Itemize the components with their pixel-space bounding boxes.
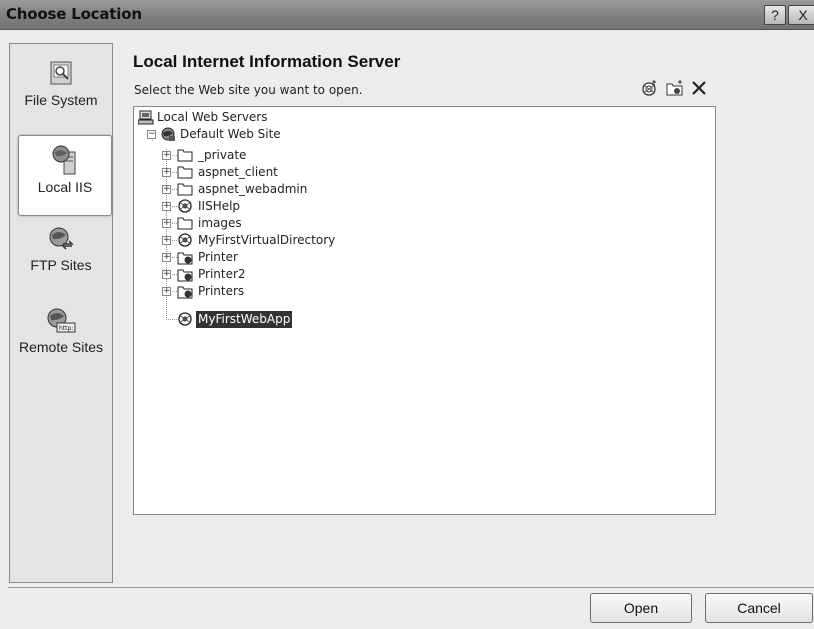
location-sidebar: File System Local IIS FTP Sites http: Re… xyxy=(9,43,113,583)
expand-toggle[interactable]: + xyxy=(162,219,171,228)
tree-node-label: IISHelp xyxy=(198,199,241,213)
tree-node-label: Printer2 xyxy=(198,267,246,281)
instruction-text: Select the Web site you want to open. xyxy=(134,83,363,97)
tree-node-label: MyFirstWebApp xyxy=(196,311,293,328)
sidebar-item-label: Remote Sites xyxy=(18,339,104,355)
sidebar-item-remote-sites[interactable]: http: Remote Sites xyxy=(10,306,112,356)
open-button[interactable]: Open xyxy=(590,593,692,623)
sidebar-item-label: File System xyxy=(24,92,98,108)
tree-node-label: aspnet_webadmin xyxy=(198,182,308,196)
virtual-directory-icon xyxy=(177,252,193,265)
expand-toggle[interactable]: + xyxy=(162,236,171,245)
sidebar-item-ftp-sites[interactable]: FTP Sites xyxy=(10,224,112,274)
sidebar-item-label: Local IIS xyxy=(37,179,93,195)
expand-toggle[interactable]: + xyxy=(162,270,171,279)
sidebar-item-local-iis[interactable]: Local IIS xyxy=(18,135,112,216)
virtual-directory-icon xyxy=(177,286,193,299)
virtual-directory-icon xyxy=(177,269,193,282)
expand-toggle[interactable]: + xyxy=(162,287,171,296)
web-application-icon xyxy=(178,233,192,247)
close-button[interactable]: X xyxy=(788,5,814,25)
delete-icon[interactable] xyxy=(690,79,708,102)
tree-node-label: MyFirstVirtualDirectory xyxy=(198,233,336,247)
expand-toggle[interactable]: + xyxy=(162,202,171,211)
expand-toggle[interactable]: + xyxy=(162,168,171,177)
expand-toggle[interactable]: + xyxy=(162,185,171,194)
sidebar-item-label: FTP Sites xyxy=(30,257,92,273)
folder-icon xyxy=(177,149,193,162)
tree-node-label: aspnet_client xyxy=(198,165,278,179)
site-tree[interactable]: Local Web Servers − Default Web Site + _… xyxy=(133,106,716,515)
title-bar[interactable]: Choose Location ? X xyxy=(0,0,814,30)
expand-toggle[interactable]: + xyxy=(162,253,171,262)
folder-icon xyxy=(177,183,193,196)
tree-node-label: Printer xyxy=(198,250,238,264)
panel-heading: Local Internet Information Server xyxy=(133,52,401,71)
file-system-icon xyxy=(50,61,72,85)
remote-sites-icon: http: xyxy=(47,308,76,333)
create-virtual-directory-icon[interactable] xyxy=(665,79,685,102)
web-application-icon xyxy=(178,312,192,326)
web-application-icon xyxy=(178,199,192,213)
tree-node-label: _private xyxy=(198,148,247,162)
web-site-icon xyxy=(161,127,175,141)
tree-node-label: Printers xyxy=(198,284,245,298)
tree-node-label: Local Web Servers xyxy=(157,110,268,124)
collapse-toggle[interactable]: − xyxy=(147,130,156,139)
create-web-application-icon[interactable] xyxy=(640,79,660,102)
window-title: Choose Location xyxy=(6,5,142,23)
tree-node-label: Default Web Site xyxy=(180,127,281,141)
cancel-button[interactable]: Cancel xyxy=(705,593,813,623)
ftp-sites-icon xyxy=(49,227,74,250)
svg-text:http:: http: xyxy=(59,325,73,332)
expand-toggle[interactable]: + xyxy=(162,151,171,160)
button-bar-divider xyxy=(8,587,814,588)
folder-icon xyxy=(177,166,193,179)
tree-node-label: images xyxy=(198,216,242,230)
local-iis-icon xyxy=(52,145,76,175)
sidebar-item-file-system[interactable]: File System xyxy=(10,59,112,109)
computer-icon xyxy=(138,110,154,125)
folder-icon xyxy=(177,217,193,230)
help-button[interactable]: ? xyxy=(764,5,786,25)
